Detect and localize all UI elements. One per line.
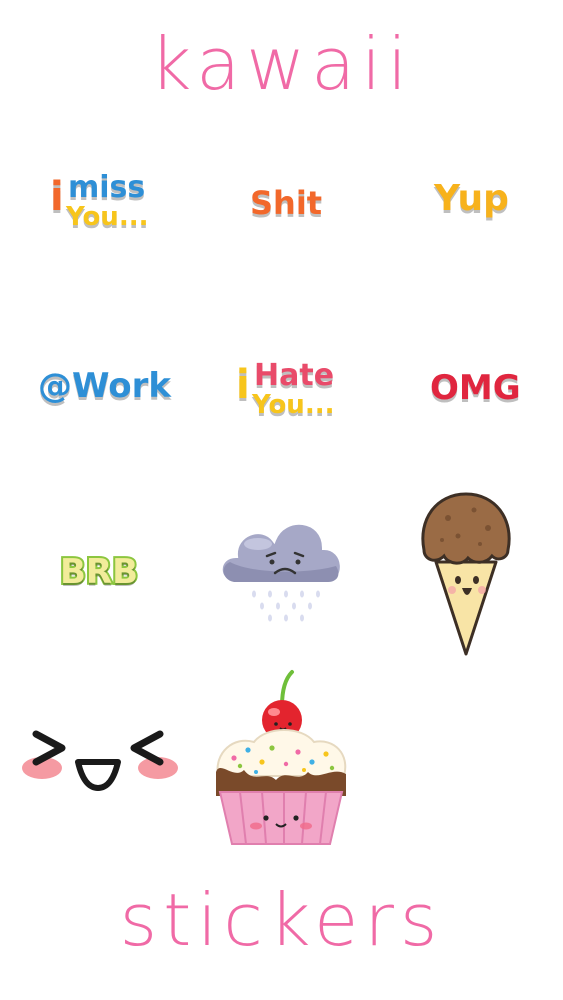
stickers-title: stickers: [119, 878, 444, 962]
sticker-omg-text: OMG: [428, 366, 523, 410]
sticker-brb-text: BRB: [58, 550, 140, 594]
sticker-i-prefix: i: [234, 360, 252, 410]
sticker-yup[interactable]: Yup: [428, 176, 511, 228]
kawaii-face-icon: [22, 730, 178, 791]
cupcake-icon: [216, 670, 347, 845]
sticker-yup-text: Yup: [432, 176, 511, 221]
sticker-brb[interactable]: BRB: [56, 550, 146, 596]
sticker-you-text: You...: [64, 200, 150, 234]
sticker-ice-cream[interactable]: [418, 490, 514, 660]
sticker-i-hate-you[interactable]: i Hate You...: [234, 356, 338, 428]
sticker-i-prefix: i: [48, 172, 66, 222]
sticker-sad-cloud[interactable]: [212, 510, 352, 630]
sticker-at-work-text: @Work: [36, 364, 173, 408]
ice-cream-cone-icon: [421, 492, 511, 656]
sticker-shit-text: Shit: [248, 182, 324, 224]
sticker-you-text: You...: [250, 388, 336, 422]
sticker-omg[interactable]: OMG: [428, 366, 523, 412]
sticker-at-work[interactable]: @Work: [36, 364, 173, 414]
sticker-cupcake[interactable]: [210, 668, 352, 850]
sticker-miss-text: miss: [66, 168, 147, 207]
sticker-shit[interactable]: Shit: [240, 182, 330, 226]
rain-cloud-icon: [218, 520, 344, 622]
kawaii-title: kawaii: [149, 22, 414, 106]
sticker-happy-face[interactable]: [12, 722, 182, 792]
sticker-hate-text: Hate: [252, 356, 336, 395]
sticker-i-miss-you[interactable]: i miss You...: [48, 168, 150, 240]
